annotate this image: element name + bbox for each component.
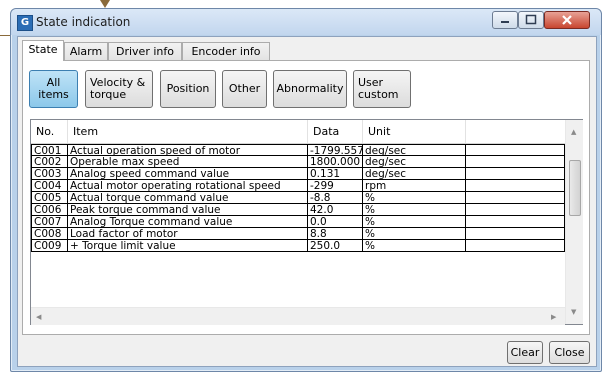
cell-blank bbox=[466, 216, 565, 228]
cell-no: C009 bbox=[31, 240, 68, 252]
table-row[interactable]: C008 Load factor of motor 8.8 % bbox=[31, 228, 565, 240]
cell-no: C008 bbox=[31, 228, 68, 240]
cell-item: Analog speed command value bbox=[68, 168, 308, 180]
cell-unit: rpm bbox=[363, 180, 466, 192]
cell-no: C005 bbox=[31, 192, 68, 204]
cell-no: C003 bbox=[31, 168, 68, 180]
scroll-right-arrow-icon[interactable]: ▶ bbox=[551, 313, 556, 321]
clear-button[interactable]: Clear bbox=[507, 341, 543, 364]
tab-encoder-info[interactable]: Encoder info bbox=[182, 42, 270, 60]
cell-blank bbox=[466, 228, 565, 240]
cell-data: 8.8 bbox=[308, 228, 363, 240]
cell-blank bbox=[466, 168, 565, 180]
horizontal-scrollbar[interactable]: ◀ ▶ bbox=[31, 307, 565, 325]
cell-unit: % bbox=[363, 240, 466, 252]
cell-item: Load factor of motor bbox=[68, 228, 308, 240]
cell-data: 0.0 bbox=[308, 216, 363, 228]
minimize-button[interactable] bbox=[492, 11, 518, 29]
vertical-scroll-thumb[interactable] bbox=[569, 160, 581, 216]
vertical-scrollbar[interactable]: ▲ ▼ bbox=[565, 120, 583, 324]
cell-item: Actual operation speed of motor bbox=[68, 144, 308, 156]
cell-item: + Torque limit value bbox=[68, 240, 308, 252]
callout-arrow bbox=[100, 0, 110, 8]
cell-blank bbox=[466, 192, 565, 204]
scroll-left-arrow-icon[interactable]: ◀ bbox=[36, 313, 41, 321]
minimize-icon bbox=[501, 21, 509, 23]
category-velocity-torque[interactable]: Velocity & torque bbox=[85, 70, 153, 108]
dialog-body: State Alarm Driver info Encoder info All… bbox=[17, 36, 597, 367]
state-tab-panel: All items Velocity & torque Position Oth… bbox=[22, 60, 590, 335]
table-row[interactable]: C007 Analog Torque command value 0.0 % bbox=[31, 216, 565, 228]
category-abnormality[interactable]: Abnormality bbox=[273, 70, 347, 108]
column-header-item[interactable]: Item bbox=[68, 120, 308, 143]
table-row[interactable]: C002 Operable max speed 1800.000 deg/sec bbox=[31, 156, 565, 168]
table-header: No. Item Data Unit bbox=[31, 120, 565, 144]
tab-state[interactable]: State bbox=[22, 40, 64, 61]
cell-no: C006 bbox=[31, 204, 68, 216]
cell-no: C004 bbox=[31, 180, 68, 192]
column-header-data[interactable]: Data bbox=[308, 120, 363, 143]
cell-unit: % bbox=[363, 228, 466, 240]
column-header-no[interactable]: No. bbox=[31, 120, 68, 143]
cell-unit: % bbox=[363, 216, 466, 228]
scroll-up-arrow-icon[interactable]: ▲ bbox=[571, 128, 576, 136]
app-icon: G bbox=[17, 15, 33, 31]
table-row[interactable]: C003 Analog speed command value 0.131 de… bbox=[31, 168, 565, 180]
cell-item: Actual torque command value bbox=[68, 192, 308, 204]
cell-unit: % bbox=[363, 204, 466, 216]
cell-data: -1799.557 bbox=[308, 144, 363, 156]
close-icon bbox=[562, 15, 572, 25]
cell-blank bbox=[466, 144, 565, 156]
cell-blank bbox=[466, 204, 565, 216]
cell-data: 0.131 bbox=[308, 168, 363, 180]
window-title: State indication bbox=[36, 15, 131, 29]
cell-data: 1800.000 bbox=[308, 156, 363, 168]
cell-no: C002 bbox=[31, 156, 68, 168]
cell-data: -8.8 bbox=[308, 192, 363, 204]
cell-blank bbox=[466, 180, 565, 192]
category-position[interactable]: Position bbox=[160, 70, 216, 108]
table-row[interactable]: C005 Actual torque command value -8.8 % bbox=[31, 192, 565, 204]
cell-unit: deg/sec bbox=[363, 156, 466, 168]
scroll-down-arrow-icon[interactable]: ▼ bbox=[571, 308, 576, 316]
tab-alarm[interactable]: Alarm bbox=[64, 42, 108, 60]
close-button[interactable]: Close bbox=[549, 341, 590, 364]
maximize-button[interactable] bbox=[518, 11, 544, 29]
cell-no: C001 bbox=[31, 144, 68, 156]
maximize-icon bbox=[525, 14, 537, 25]
column-header-unit[interactable]: Unit bbox=[363, 120, 466, 143]
close-window-button[interactable] bbox=[544, 11, 590, 29]
cell-data: 250.0 bbox=[308, 240, 363, 252]
cell-data: 42.0 bbox=[308, 204, 363, 216]
category-user-custom[interactable]: User custom bbox=[353, 70, 411, 108]
table-row[interactable]: C006 Peak torque command value 42.0 % bbox=[31, 204, 565, 216]
cell-data: -299 bbox=[308, 180, 363, 192]
table-row[interactable]: C004 Actual motor operating rotational s… bbox=[31, 180, 565, 192]
cell-blank bbox=[466, 156, 565, 168]
cell-unit: deg/sec bbox=[363, 168, 466, 180]
cell-no: C007 bbox=[31, 216, 68, 228]
cell-item: Peak torque command value bbox=[68, 204, 308, 216]
category-other[interactable]: Other bbox=[222, 70, 267, 108]
title-bar[interactable]: G State indication bbox=[11, 9, 601, 35]
column-header-blank bbox=[466, 120, 565, 143]
state-indication-window: G State indication State Alarm Driver in… bbox=[10, 8, 602, 372]
cell-unit: % bbox=[363, 192, 466, 204]
cell-item: Actual motor operating rotational speed bbox=[68, 180, 308, 192]
cell-blank bbox=[466, 240, 565, 252]
cell-unit: deg/sec bbox=[363, 144, 466, 156]
table-row[interactable]: C009 + Torque limit value 250.0 % bbox=[31, 240, 565, 252]
table-row[interactable]: C001 Actual operation speed of motor -17… bbox=[31, 144, 565, 156]
category-all-items[interactable]: All items bbox=[29, 70, 78, 108]
tab-driver-info[interactable]: Driver info bbox=[108, 42, 182, 60]
status-table: No. Item Data Unit C001 Actual operation… bbox=[30, 119, 583, 325]
cell-item: Operable max speed bbox=[68, 156, 308, 168]
cell-item: Analog Torque command value bbox=[68, 216, 308, 228]
